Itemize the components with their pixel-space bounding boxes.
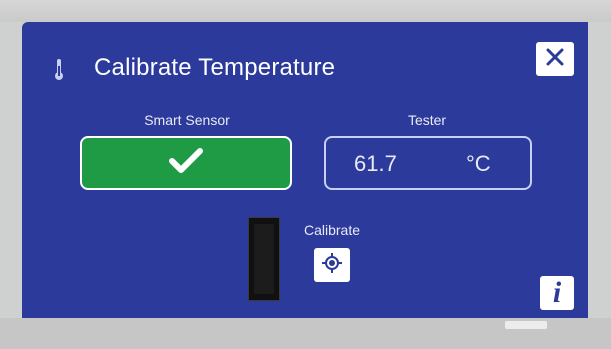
tester-value: 61.7 [354,151,397,176]
calibrate-temperature-dialog: Calibrate Temperature Smart Sensor Teste… [22,22,588,318]
calibrate-button[interactable] [314,248,350,282]
dialog-header: Calibrate Temperature [22,22,588,114]
tester-label: Tester [407,112,447,128]
checkmark-icon [169,147,203,179]
smart-sensor-status-button[interactable] [80,136,292,190]
tester-unit: °C [466,151,491,176]
smart-sensor-label: Smart Sensor [144,112,230,128]
sensor-slot [248,217,280,301]
dialog-title: Calibrate Temperature [94,54,336,81]
info-icon: i [552,276,562,309]
info-button[interactable]: i [540,276,574,310]
target-icon [321,252,343,279]
close-button[interactable] [536,42,574,76]
tester-reading-field[interactable]: 61.7 °C [324,136,532,190]
calibrate-label: Calibrate [303,222,361,238]
window-frame-bottom [0,318,611,349]
close-icon [546,48,564,71]
window-frame-top [0,0,611,22]
bottom-tab-handle[interactable] [505,321,547,329]
thermometer-icon [52,58,66,82]
